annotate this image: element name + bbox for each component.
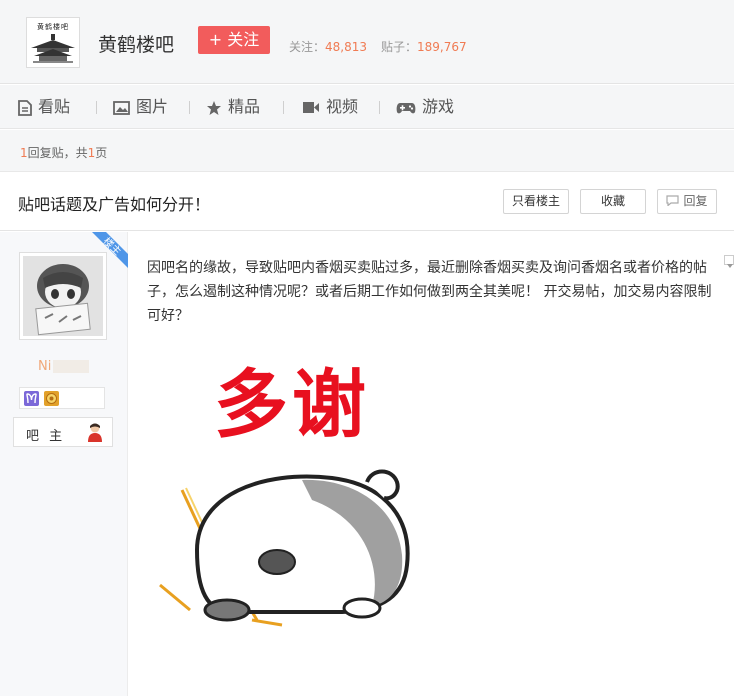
image-icon — [113, 100, 130, 115]
post-body: 因吧名的缘故，导致贴吧内香烟买卖贴过多，最近删除香烟买卖及询问香烟名或者价格的帖… — [147, 260, 712, 324]
avatar-drawing — [23, 256, 103, 336]
aries-badge-icon[interactable] — [24, 391, 39, 406]
post-menu-chevron-icon[interactable] — [724, 255, 734, 268]
nav-tab-label: 看贴 — [38, 97, 71, 116]
avatar-image — [23, 256, 103, 336]
medal-badge-icon[interactable] — [44, 391, 59, 406]
nav-tab-label: 视频 — [326, 97, 359, 116]
nav-tab-label: 精品 — [228, 97, 261, 116]
author-name-text: Ni — [38, 359, 52, 374]
forum-header: 黄鹤楼吧 黄鹤楼吧 + 关注 关注：48,813 贴子：189,767 — [0, 0, 734, 84]
collect-button[interactable]: 收藏 — [580, 189, 646, 214]
author-panel: Ni 吧 主 — [0, 232, 128, 696]
nav-divider — [283, 101, 284, 114]
post-title-row: 贴吧话题及广告如何分开！ 只看楼主 收藏 回复 — [0, 173, 734, 231]
follow-count: 48,813 — [325, 40, 368, 54]
panda-sticker-image — [159, 469, 410, 627]
louzhu-ribbon: 楼主 — [92, 232, 128, 268]
reply-page-summary: 1回复贴，共1页 — [20, 144, 107, 161]
nav-divider — [379, 101, 380, 114]
gamepad-icon — [396, 102, 416, 113]
nav-tab-games[interactable]: 游戏 — [396, 85, 454, 129]
reply-button[interactable]: 回复 — [657, 189, 717, 214]
author-name[interactable]: Ni — [38, 359, 90, 374]
reply-button-label: 回复 — [683, 194, 708, 208]
author-role: 吧 主 — [26, 429, 66, 444]
only-author-button[interactable]: 只看楼主 — [503, 189, 569, 214]
pavilion-icon — [31, 34, 75, 63]
page-unit: 页 — [95, 146, 108, 160]
document-icon — [18, 99, 32, 116]
post-title: 贴吧话题及广告如何分开！ — [18, 195, 211, 214]
comment-icon — [666, 195, 680, 207]
author-role-badge: 吧 主 — [13, 417, 113, 447]
nav-divider — [96, 101, 97, 114]
forum-nav: 看贴 图片 精品 视频 游戏 — [0, 85, 734, 129]
forum-stats: 关注：48,813 贴子：189,767 — [289, 38, 467, 55]
author-name-redacted — [53, 360, 90, 373]
follow-label: 关注： — [289, 40, 326, 54]
nav-tab-label: 游戏 — [422, 97, 455, 116]
reply-text: 回复贴，共 — [27, 146, 88, 160]
star-icon — [207, 100, 221, 115]
thanks-sticker-text: 多谢 — [214, 362, 370, 448]
forum-logo[interactable]: 黄鹤楼吧 — [26, 17, 80, 68]
video-icon — [303, 102, 319, 113]
nav-tab-label: 图片 — [136, 97, 169, 116]
nav-divider — [189, 101, 190, 114]
posts-label: 贴子： — [381, 40, 418, 54]
nav-tab-videos[interactable]: 视频 — [302, 85, 358, 129]
author-badges — [19, 387, 105, 409]
moderator-icon — [88, 423, 102, 442]
page-info-bar: 1回复贴，共1页 — [0, 130, 734, 172]
reply-count: 1 — [20, 146, 28, 160]
nav-tab-images[interactable]: 图片 — [113, 85, 168, 129]
posts-count: 189,767 — [417, 40, 467, 54]
nav-tab-featured[interactable]: 精品 — [206, 85, 260, 129]
follow-button[interactable]: + 关注 — [198, 26, 270, 54]
nav-tab-posts[interactable]: 看贴 — [18, 85, 70, 129]
forum-name[interactable]: 黄鹤楼吧 — [98, 30, 174, 57]
